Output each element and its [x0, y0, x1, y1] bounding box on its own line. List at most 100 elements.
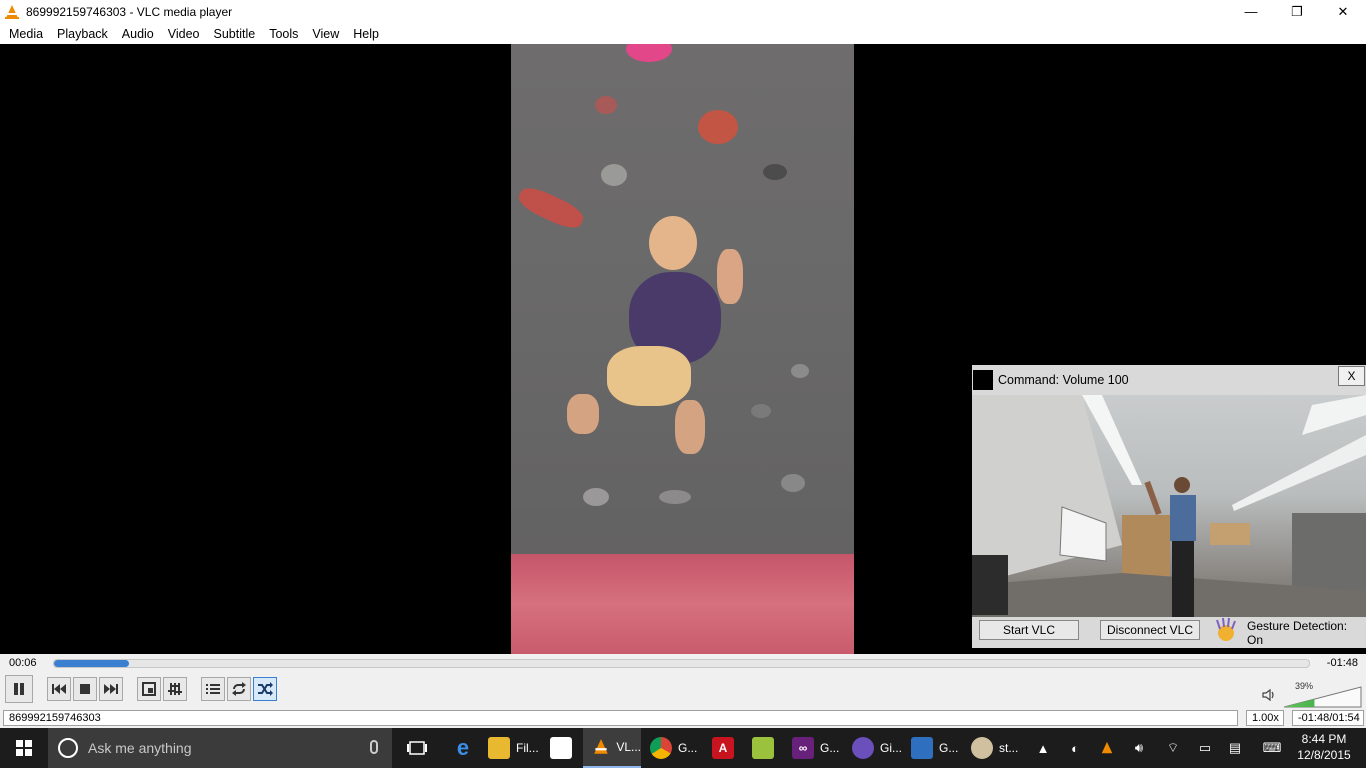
taskbar: Ask me anything e Fil... VL... G... A ∞ …	[0, 728, 1366, 768]
github-icon	[852, 737, 874, 759]
volume-slider[interactable]	[1284, 686, 1362, 708]
stop-button[interactable]	[73, 677, 97, 701]
menu-subtitle[interactable]: Subtitle	[207, 27, 263, 41]
remaining-time: -01:48	[1326, 657, 1358, 669]
battery-icon[interactable]: ▭	[1196, 739, 1214, 757]
gesture-detection-status: Gesture Detection: On	[1247, 619, 1348, 647]
window-title: 869992159746303 - VLC media player	[26, 4, 233, 19]
menu-view[interactable]: View	[305, 27, 346, 41]
menu-help[interactable]: Help	[346, 27, 386, 41]
disconnect-vlc-button[interactable]: Disconnect VLC	[1100, 620, 1200, 640]
edge-icon: e	[456, 735, 470, 760]
loop-button[interactable]	[227, 677, 251, 701]
pdf-icon: A	[712, 737, 734, 759]
chrome-icon	[650, 737, 672, 759]
skip-forward-icon	[104, 684, 118, 694]
taskbar-app-paint[interactable]: st...	[963, 728, 1023, 768]
gesture-close-button[interactable]: X	[1338, 366, 1365, 386]
vlc-cone-icon	[4, 4, 20, 20]
volume-control[interactable]: 39%	[1262, 678, 1362, 708]
menu-media[interactable]: Media	[2, 27, 50, 41]
store-button[interactable]	[542, 728, 582, 768]
equalizer-icon	[168, 683, 182, 695]
cortana-icon	[58, 738, 78, 758]
random-button[interactable]	[253, 677, 277, 701]
maximize-button[interactable]: ❐	[1274, 0, 1320, 23]
shuffle-icon	[258, 682, 273, 696]
store-icon	[550, 737, 572, 759]
gesture-panel-header: Command: Volume 100 X	[972, 365, 1366, 395]
window-app-icon	[911, 737, 933, 759]
pause-button[interactable]	[5, 675, 33, 703]
loop-icon	[232, 682, 246, 696]
menu-video[interactable]: Video	[161, 27, 207, 41]
previous-button[interactable]	[47, 677, 71, 701]
playlist-icon	[206, 684, 220, 694]
time-display[interactable]: -01:48/01:54	[1292, 710, 1364, 726]
clock[interactable]: 8:44 PM 12/8/2015	[1294, 731, 1354, 763]
tray-vlc-icon[interactable]	[1098, 739, 1116, 757]
visual-studio-icon: ∞	[792, 737, 814, 759]
status-filename: 869992159746303	[3, 710, 1238, 726]
tray-app-icon[interactable]: ▲	[1034, 739, 1052, 757]
taskbar-app-window[interactable]: G...	[903, 728, 963, 768]
keyboard-icon[interactable]: ⌨	[1260, 739, 1284, 757]
search-placeholder: Ask me anything	[88, 740, 192, 756]
next-button[interactable]	[99, 677, 123, 701]
fullscreen-icon	[142, 682, 156, 696]
notes-button[interactable]	[744, 728, 784, 768]
vlc-icon	[591, 736, 610, 758]
file-explorer-icon	[488, 737, 510, 759]
status-bar: 869992159746303 1.00x -01:48/01:54	[0, 708, 1366, 728]
cortana-search[interactable]: Ask me anything	[48, 728, 392, 768]
gesture-panel-footer: Start VLC Disconnect VLC Gesture Detecti…	[972, 617, 1366, 648]
acrobat-button[interactable]: A	[704, 728, 744, 768]
stop-icon	[80, 684, 90, 694]
taskbar-app-chrome[interactable]: G...	[642, 728, 702, 768]
volume-tray-icon[interactable]: 🔊︎	[1130, 739, 1148, 757]
menu-playback[interactable]: Playback	[50, 27, 115, 41]
minimize-button[interactable]: —	[1228, 0, 1274, 23]
skip-back-icon	[52, 684, 66, 694]
taskbar-app-vlc[interactable]: VL...	[583, 728, 641, 768]
seek-progress	[54, 660, 130, 667]
fullscreen-button[interactable]	[137, 677, 161, 701]
playlist-button[interactable]	[201, 677, 225, 701]
camera-feed	[972, 395, 1366, 617]
menu-bar: Media Playback Audio Video Subtitle Tool…	[0, 23, 1366, 44]
elapsed-time: 00:06	[9, 657, 37, 669]
close-button[interactable]: ✕	[1320, 0, 1366, 23]
video-frame	[511, 44, 854, 654]
wifi-icon[interactable]: ⌔	[1164, 739, 1182, 757]
taskbar-app-visual-studio[interactable]: ∞ G...	[784, 728, 844, 768]
paint-icon	[971, 737, 993, 759]
controls-bar: 39%	[0, 672, 1366, 708]
crash-mat	[511, 554, 854, 654]
command-label: Command: Volume 100	[998, 373, 1129, 387]
extended-settings-button[interactable]	[163, 677, 187, 701]
menu-audio[interactable]: Audio	[115, 27, 161, 41]
clock-time: 8:44 PM	[1301, 732, 1347, 746]
seek-row: 00:06 -01:48	[0, 654, 1366, 672]
seek-slider[interactable]	[53, 659, 1310, 668]
notifications-icon[interactable]: ▤	[1226, 739, 1244, 757]
windows-logo-icon	[16, 740, 32, 756]
status-indicator	[973, 370, 993, 390]
gesture-panel: Command: Volume 100 X Start VLC Disconne…	[972, 365, 1366, 648]
tray-sync-icon[interactable]: ◐	[1066, 739, 1084, 757]
start-vlc-button[interactable]: Start VLC	[979, 620, 1079, 640]
taskbar-app-github[interactable]: Gi...	[844, 728, 902, 768]
pause-icon	[14, 683, 24, 695]
clock-date: 12/8/2015	[1297, 748, 1351, 762]
microphone-icon[interactable]	[370, 740, 378, 754]
title-bar: 869992159746303 - VLC media player — ❐ ✕	[0, 0, 1366, 23]
speaker-icon	[1262, 688, 1276, 707]
edge-button[interactable]: e	[444, 728, 480, 768]
task-view-button[interactable]	[398, 728, 438, 768]
task-view-icon	[407, 741, 427, 755]
taskbar-app-explorer[interactable]: Fil...	[480, 728, 540, 768]
start-button[interactable]	[0, 728, 48, 768]
notes-icon	[752, 737, 774, 759]
playback-speed[interactable]: 1.00x	[1246, 710, 1284, 726]
menu-tools[interactable]: Tools	[262, 27, 305, 41]
